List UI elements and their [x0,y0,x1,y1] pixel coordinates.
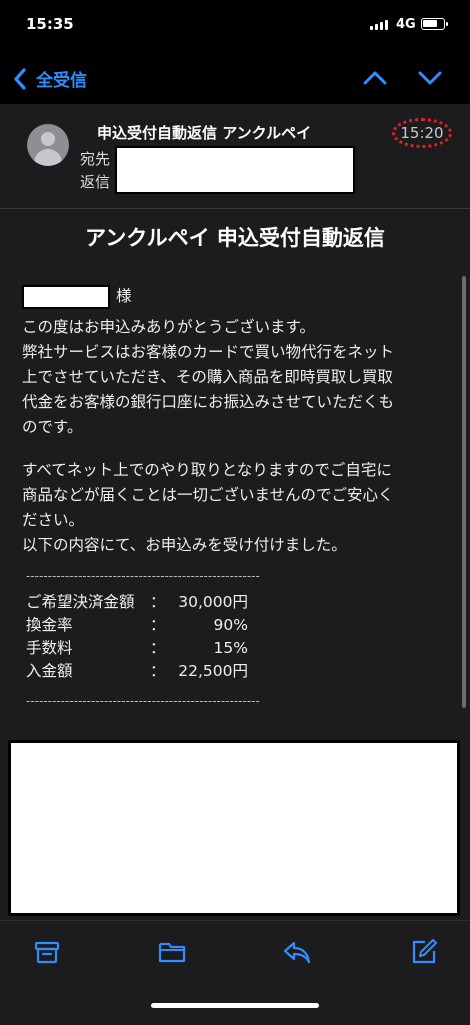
archive-icon [34,941,60,964]
mail-body: 様 この度はお申込みありがとうございます。弊社サービスはお客様のカードで買い物代… [22,284,442,716]
battery-fill [423,20,437,27]
detail-colon: ： [150,662,166,680]
battery-icon [421,18,448,30]
folder-icon [158,942,186,963]
signal-icon [370,20,388,30]
detail-row: 手数料 ： 15% [26,637,442,660]
move-to-folder-button[interactable] [157,937,187,967]
chevron-left-icon [14,67,26,90]
detail-colon: ： [150,593,166,611]
detail-value: 90% [213,616,248,634]
to-label: 宛先 [80,150,111,168]
redacted-name-box [22,284,110,309]
detail-row: 換金率 ： 90% [26,614,442,637]
mail-header: 申込受付自動返信 アンクルペイ 15:20 宛先 返信 [0,104,470,209]
reply-icon [283,941,311,964]
bottom-toolbar [0,920,470,1025]
home-indicator[interactable] [151,1003,319,1008]
detail-value: 22,500円 [178,662,248,680]
body-paragraph-2: すべてネット上でのやり取りとなりますのでご自宅に 商品などが届くことは一切ございま… [22,458,442,558]
status-time: 15:35 [26,15,74,33]
detail-label: 換金率 [26,616,73,634]
body-line: 代金をお客様の銀行口座にお振込みさせていただくも [22,393,395,411]
archive-button[interactable] [32,937,62,967]
body-line: この度はお申込みありがとうございます。 [22,318,315,336]
back-label: 全受信 [36,71,87,91]
mail-subject: アンクルペイ 申込受付自動返信 [85,226,385,250]
body-paragraph-1: この度はお申込みありがとうございます。弊社サービスはお客様のカードで買い物代行を… [22,315,442,440]
salutation: 様 [116,287,132,305]
compose-icon [412,939,437,964]
salutation-line: 様 [22,284,442,309]
separator-bottom: ----------------------------------------… [26,694,260,708]
body-line: のです。 [22,418,83,436]
scrollbar[interactable] [462,276,466,708]
detail-row: 入金額 ： 22,500円 [26,660,442,683]
next-message-button[interactable] [417,68,443,88]
network-type: 4G [396,17,416,32]
reply-button[interactable] [282,937,312,967]
detail-value: 15% [213,639,248,657]
previous-message-button[interactable] [362,68,388,88]
body-line: ださい。 [22,511,85,529]
back-button[interactable]: 全受信 [12,66,87,91]
detail-row: ご希望決済金額 ： 30,000円 [26,591,442,614]
body-line: 上でさせていただき、その購入商品を即時買取し買取 [22,368,393,386]
compose-button[interactable] [409,937,439,967]
body-line: すべてネット上でのやり取りとなりますのでご自宅に [22,461,392,479]
body-line: 以下の内容にて、お申込みを受け付けました。 [22,536,347,554]
redacted-recipient-box [115,146,355,194]
status-bar: 15:35 4G [0,0,470,52]
redacted-content-box [8,740,460,916]
detail-label: ご希望決済金額 [26,593,135,611]
body-line: 弊社サービスはお客様のカードで買い物代行をネット [22,343,395,361]
body-line: 商品などが届くことは一切ございませんのでご安心く [22,486,394,504]
nav-bar: 全受信 [0,52,470,104]
sender-name[interactable]: 申込受付自動返信 アンクルペイ [97,122,311,143]
chevron-up-icon [363,71,387,85]
mail-view: 申込受付自動返信 アンクルペイ 15:20 宛先 返信 アンクルペイ 申込受付自… [0,104,470,920]
reply-to-label: 返信 [80,173,111,191]
avatar[interactable] [27,124,69,166]
detail-label: 手数料 [26,639,73,657]
detail-colon: ： [150,639,166,657]
details-table: ご希望決済金額 ： 30,000円換金率 ： 90% 手数料 ： 15% 入金額 ： 22,500円 [22,591,442,683]
chevron-down-icon [418,71,442,85]
detail-colon: ： [150,616,166,634]
mail-time: 15:20 [392,118,452,148]
detail-value: 30,000円 [178,593,248,611]
detail-label: 入金額 [26,662,73,680]
separator-top: ----------------------------------------… [26,569,260,583]
